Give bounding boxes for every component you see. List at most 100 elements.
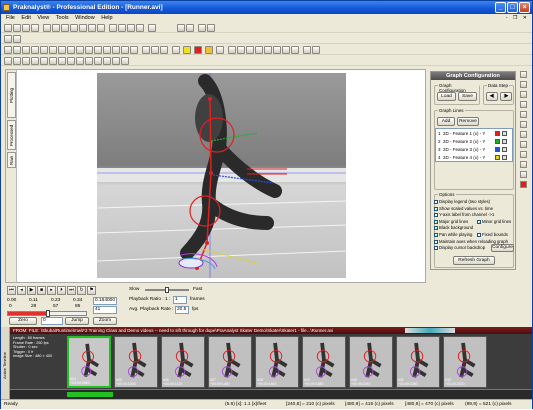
- line-color-swatch[interactable]: [495, 131, 500, 136]
- loop-icon[interactable]: ↻: [77, 286, 86, 295]
- frame-thumbnail[interactable]: #30 +00:00:2040: [349, 336, 393, 388]
- preview-icon[interactable]: [136, 24, 144, 32]
- timeline-slider[interactable]: [7, 310, 87, 317]
- speed-thumb[interactable]: [165, 287, 169, 293]
- graph-line-row[interactable]: 3 2D - Feature 3 (x) - Y: [437, 146, 513, 153]
- line-color-swatch[interactable]: [495, 155, 500, 160]
- circle-icon[interactable]: [76, 46, 84, 54]
- signal-icon[interactable]: [207, 24, 215, 32]
- first-frame-icon[interactable]: ⏮: [7, 286, 16, 295]
- zero-button[interactable]: Zero: [9, 317, 37, 325]
- checkbox[interactable]: [434, 200, 438, 204]
- play-icon[interactable]: ▶: [27, 286, 36, 295]
- ellipse-icon[interactable]: [85, 46, 93, 54]
- import-icon[interactable]: [79, 24, 87, 32]
- new-icon[interactable]: [4, 24, 12, 32]
- right-tool-i-icon[interactable]: [520, 151, 527, 158]
- mdi-controls[interactable]: - ❐ ✕: [506, 14, 529, 23]
- checkbox[interactable]: [434, 240, 438, 244]
- select-icon[interactable]: [4, 46, 12, 54]
- layout-c-icon[interactable]: [22, 57, 30, 65]
- color-yellow-icon[interactable]: [183, 46, 191, 54]
- right-tool-e-icon[interactable]: [520, 111, 527, 118]
- graph-line-row[interactable]: 2 2D - Feature 2 (x) - Y: [437, 138, 513, 145]
- menu-window[interactable]: Window: [75, 15, 95, 21]
- stop-icon[interactable]: ■: [37, 286, 46, 295]
- checkbox[interactable]: [477, 233, 481, 237]
- frame-thumbnail[interactable]: #25 +00:00:1000: [114, 336, 158, 388]
- right-tool-c-icon[interactable]: [520, 91, 527, 98]
- next-icon[interactable]: ⏵: [57, 286, 66, 295]
- layout-b-icon[interactable]: [13, 57, 21, 65]
- right-tool-h-icon[interactable]: [520, 141, 527, 148]
- frame-thumbnail[interactable]: #28 +00:00:1640: [255, 336, 299, 388]
- tab-processed[interactable]: Processed: [7, 120, 16, 150]
- right-tool-d-icon[interactable]: [520, 101, 527, 108]
- graph-line-row[interactable]: 4 2D - Feature 4 (x) - Y: [437, 154, 513, 161]
- frame-thumbnail[interactable]: #31 +00:00:2280: [396, 336, 440, 388]
- square-icon[interactable]: [67, 46, 75, 54]
- show-scaled-option[interactable]: ✓Show scaled values vs. time: [434, 206, 493, 212]
- pointer-icon[interactable]: [4, 35, 12, 43]
- tool-f-icon[interactable]: [273, 46, 281, 54]
- open-icon[interactable]: [13, 24, 21, 32]
- camera-icon[interactable]: [52, 24, 60, 32]
- checkbox[interactable]: [434, 246, 438, 250]
- line-style-swatch[interactable]: [502, 139, 507, 144]
- black-background-option[interactable]: ✓Black background: [434, 225, 473, 231]
- shield-icon[interactable]: [103, 46, 111, 54]
- link-icon[interactable]: [198, 24, 206, 32]
- help-icon[interactable]: [148, 24, 156, 32]
- curve-icon[interactable]: [31, 46, 39, 54]
- maximize-button[interactable]: □: [507, 2, 518, 13]
- report-icon[interactable]: [109, 24, 117, 32]
- film-icon[interactable]: [61, 24, 69, 32]
- checkbox[interactable]: ✓: [434, 220, 438, 225]
- layout-f-icon[interactable]: [49, 57, 57, 65]
- layout-j-icon[interactable]: [85, 57, 93, 65]
- configure-button[interactable]: Configure: [491, 244, 514, 252]
- frame-thumbnail[interactable]: #26 +00:00:1120: [161, 336, 205, 388]
- right-tool-f-icon[interactable]: [520, 121, 527, 128]
- table-icon[interactable]: [88, 24, 96, 32]
- layout-a-icon[interactable]: [4, 57, 12, 65]
- text-b-icon[interactable]: [151, 46, 159, 54]
- video-icon[interactable]: [43, 24, 51, 32]
- zoom-icon[interactable]: [127, 24, 135, 32]
- last-frame-icon[interactable]: ⏭: [67, 286, 76, 295]
- step-forward-icon[interactable]: ▸: [47, 286, 56, 295]
- time-field[interactable]: 0.164000: [93, 297, 117, 305]
- minor-grid-option[interactable]: ✓Minor grid lines: [477, 219, 511, 225]
- tool-e-icon[interactable]: [264, 46, 272, 54]
- step-prev-button[interactable]: ◀|: [486, 92, 498, 101]
- right-tool-red-icon[interactable]: [520, 181, 527, 188]
- layout-l-icon[interactable]: [103, 57, 111, 65]
- text-a-icon[interactable]: [142, 46, 150, 54]
- color-red-icon[interactable]: [194, 46, 202, 54]
- tool-d-icon[interactable]: [255, 46, 263, 54]
- menu-help[interactable]: Help: [101, 15, 112, 21]
- tool-g-icon[interactable]: [282, 46, 290, 54]
- save-button[interactable]: Save: [458, 92, 477, 101]
- right-tool-j-icon[interactable]: [520, 161, 527, 168]
- jump-field[interactable]: 0: [41, 317, 63, 325]
- tool-b-icon[interactable]: [237, 46, 245, 54]
- settings-icon[interactable]: [118, 24, 126, 32]
- right-tool-g-icon[interactable]: [520, 131, 527, 138]
- timeline-thumb[interactable]: [46, 310, 50, 317]
- fixed-bounds-option[interactable]: Fixed bounds: [477, 232, 508, 237]
- frame-field[interactable]: 41: [93, 306, 117, 314]
- layout-i-icon[interactable]: [76, 57, 84, 65]
- record-icon[interactable]: [177, 24, 185, 32]
- checkbox[interactable]: ✓: [477, 220, 481, 225]
- frame-thumbnail[interactable]: #27 +00:00:1480: [208, 336, 252, 388]
- line-color-swatch[interactable]: [495, 139, 500, 144]
- redo-icon[interactable]: [49, 46, 57, 54]
- frame-thumbnail[interactable]: #32 +00:00:2320: [443, 336, 487, 388]
- angle2-icon[interactable]: [121, 46, 129, 54]
- arrow-icon[interactable]: [13, 46, 21, 54]
- tool-i-icon[interactable]: [303, 46, 311, 54]
- right-tool-k-icon[interactable]: [520, 171, 527, 178]
- menu-file[interactable]: File: [6, 15, 15, 21]
- menu-view[interactable]: View: [37, 15, 49, 21]
